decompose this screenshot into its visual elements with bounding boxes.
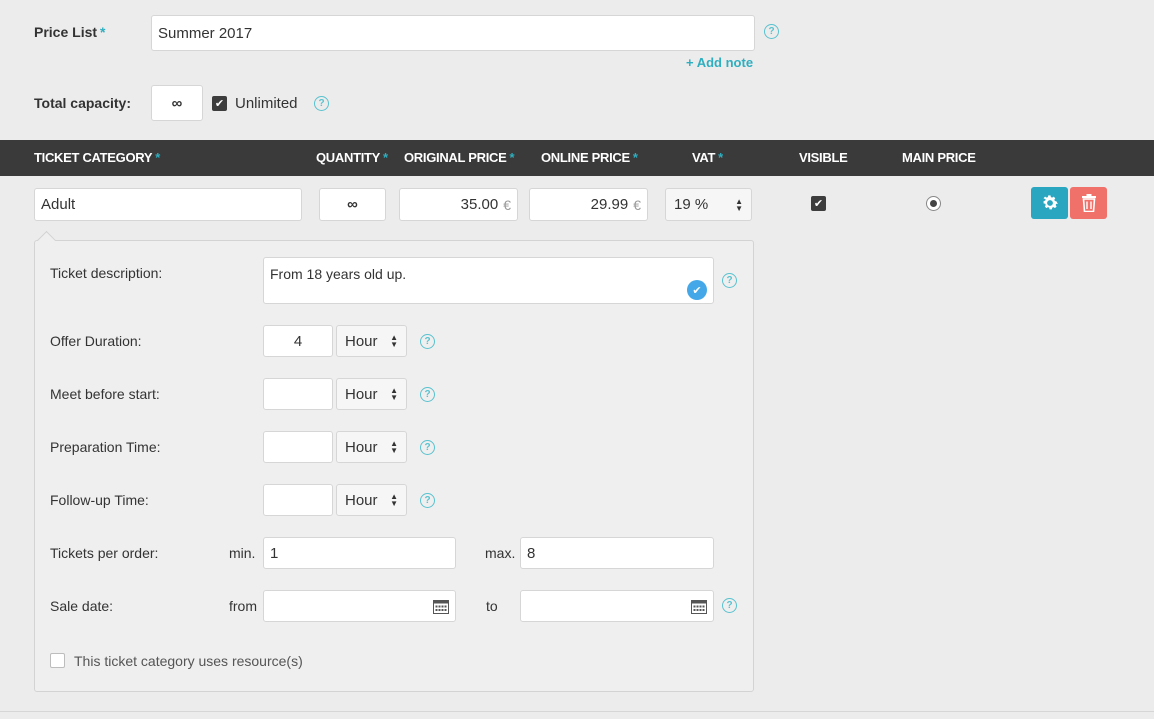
tickets-per-order-label: Tickets per order: bbox=[50, 545, 159, 561]
add-note-link[interactable]: + Add note bbox=[686, 55, 753, 70]
meet-before-start-label: Meet before start: bbox=[50, 386, 160, 402]
preparation-time-unit-select[interactable]: Hour ▲ ▼ bbox=[336, 431, 407, 463]
column-header-original-price: ORIGINAL PRICE * bbox=[404, 150, 515, 165]
min-tickets-input[interactable]: 1 bbox=[263, 537, 456, 569]
offer-duration-help-icon[interactable]: ? bbox=[420, 334, 435, 349]
column-header-vat: VAT * bbox=[692, 150, 723, 165]
quantity-input[interactable]: ∞ bbox=[319, 188, 386, 221]
vat-select[interactable]: 19 % ▲ ▼ bbox=[665, 188, 752, 221]
sale-date-to-input[interactable] bbox=[520, 590, 714, 622]
settings-button[interactable] bbox=[1031, 187, 1068, 219]
preparation-time-help-icon[interactable]: ? bbox=[420, 440, 435, 455]
min-label: min. bbox=[229, 545, 256, 561]
divider bbox=[0, 711, 1154, 712]
unlimited-checkbox[interactable]: ✔ bbox=[212, 96, 227, 111]
currency-label: € bbox=[503, 196, 511, 213]
capacity-help-icon[interactable]: ? bbox=[314, 96, 329, 111]
column-header-visible: VISIBLE bbox=[799, 150, 848, 165]
meet-before-start-help-icon[interactable]: ? bbox=[420, 387, 435, 402]
offer-duration-unit-select[interactable]: Hour ▲ ▼ bbox=[336, 325, 407, 357]
column-header-online-price: ONLINE PRICE * bbox=[541, 150, 638, 165]
description-help-icon[interactable]: ? bbox=[722, 273, 737, 288]
price-list-label: Price List * bbox=[34, 24, 106, 40]
select-arrows-icon: ▲ ▼ bbox=[735, 196, 743, 213]
category-name-input[interactable]: Adult bbox=[34, 188, 302, 221]
from-label: from bbox=[229, 598, 257, 614]
table-header: TICKET CATEGORY * QUANTITY * ORIGINAL PRIC… bbox=[0, 140, 1154, 176]
main-price-radio[interactable] bbox=[926, 196, 941, 211]
sale-date-help-icon[interactable]: ? bbox=[722, 598, 737, 613]
ticket-description-textarea[interactable]: From 18 years old up. ✔ bbox=[263, 257, 714, 304]
total-capacity-label: Total capacity: bbox=[34, 95, 131, 111]
panel-pointer bbox=[36, 229, 58, 241]
meet-before-start-input[interactable] bbox=[263, 378, 333, 410]
follow-up-time-unit-select[interactable]: Hour ▲ ▼ bbox=[336, 484, 407, 516]
spellcheck-check-icon: ✔ bbox=[687, 280, 707, 300]
ticket-description-label: Ticket description: bbox=[50, 265, 163, 281]
column-header-quantity: QUANTITY * bbox=[316, 150, 388, 165]
currency-label: € bbox=[633, 196, 641, 213]
resources-label: This ticket category uses resource(s) bbox=[74, 653, 303, 669]
max-label: max. bbox=[485, 545, 516, 561]
select-arrows-icon: ▲ ▼ bbox=[390, 439, 398, 455]
select-arrows-icon: ▲ ▼ bbox=[390, 333, 398, 349]
sale-date-label: Sale date: bbox=[50, 598, 114, 614]
online-price-input[interactable]: 29.99 € bbox=[529, 188, 648, 221]
original-price-input[interactable]: 35.00 € bbox=[399, 188, 518, 221]
capacity-input[interactable]: ∞ bbox=[151, 85, 203, 121]
select-arrows-icon: ▲ ▼ bbox=[390, 492, 398, 508]
delete-button[interactable] bbox=[1070, 187, 1107, 219]
max-tickets-input[interactable]: 8 bbox=[520, 537, 714, 569]
unlimited-label: Unlimited bbox=[235, 95, 298, 112]
offer-duration-input[interactable]: 4 bbox=[263, 325, 333, 357]
follow-up-time-input[interactable] bbox=[263, 484, 333, 516]
preparation-time-label: Preparation Time: bbox=[50, 439, 161, 455]
preparation-time-input[interactable] bbox=[263, 431, 333, 463]
sale-date-from-input[interactable] bbox=[263, 590, 456, 622]
select-arrows-icon: ▲ ▼ bbox=[390, 386, 398, 402]
price-list-input[interactable]: Summer 2017 bbox=[151, 15, 755, 51]
column-header-main-price: MAIN PRICE bbox=[902, 150, 976, 165]
offer-duration-label: Offer Duration: bbox=[50, 333, 142, 349]
follow-up-time-help-icon[interactable]: ? bbox=[420, 493, 435, 508]
calendar-icon[interactable] bbox=[691, 599, 707, 614]
follow-up-time-label: Follow-up Time: bbox=[50, 492, 149, 508]
calendar-icon[interactable] bbox=[433, 599, 449, 614]
resources-checkbox[interactable] bbox=[50, 653, 65, 668]
to-label: to bbox=[486, 598, 498, 614]
price-list-help-icon[interactable]: ? bbox=[764, 24, 779, 39]
meet-before-start-unit-select[interactable]: Hour ▲ ▼ bbox=[336, 378, 407, 410]
column-header-category: TICKET CATEGORY * bbox=[34, 150, 161, 165]
gear-icon bbox=[1043, 195, 1058, 210]
trash-icon bbox=[1081, 194, 1096, 212]
visible-checkbox[interactable]: ✔ bbox=[811, 196, 826, 211]
ticket-details-panel bbox=[34, 240, 754, 692]
